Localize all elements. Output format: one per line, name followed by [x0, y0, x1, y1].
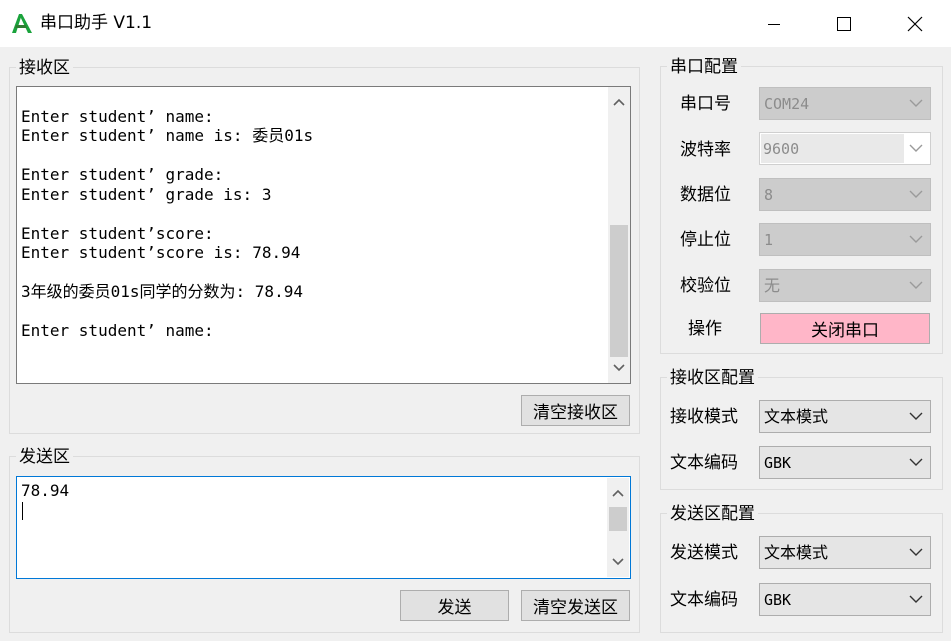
- port-select[interactable]: COM24: [759, 87, 931, 120]
- receive-text: Enter student’ name: Enter student’ name…: [21, 106, 314, 341]
- scroll-down-button[interactable]: [608, 357, 630, 379]
- databits-value: 8: [764, 186, 774, 204]
- send-mode-label: 发送模式: [670, 543, 738, 563]
- send-group-title: 发送区: [16, 446, 73, 468]
- chevron-down-icon: [612, 558, 624, 566]
- receive-mode-value: 文本模式: [764, 407, 829, 426]
- send-encoding-value: GBK: [764, 591, 792, 609]
- action-label: 操作: [688, 319, 722, 339]
- minimize-button[interactable]: [740, 0, 808, 47]
- scroll-down-button[interactable]: [607, 551, 629, 573]
- send-scrollbar[interactable]: [607, 478, 629, 577]
- parity-select[interactable]: 无: [759, 269, 931, 302]
- stopbits-label: 停止位: [680, 230, 731, 250]
- stopbits-select[interactable]: 1: [759, 223, 931, 256]
- chevron-down-icon: [909, 548, 923, 556]
- scroll-thumb[interactable]: [609, 507, 627, 531]
- window-title: 串口助手 V1.1: [40, 13, 153, 33]
- send-text: 78.94: [21, 481, 70, 500]
- chevron-down-icon: [909, 412, 923, 420]
- send-mode-value: 文本模式: [764, 543, 829, 562]
- close-port-button[interactable]: 关闭串口: [760, 313, 930, 344]
- port-value: COM24: [764, 95, 810, 113]
- chevron-up-icon: [612, 489, 624, 497]
- baud-value: 9600: [763, 140, 800, 158]
- receive-encoding-value: GBK: [764, 454, 792, 472]
- app-logo-icon: [10, 11, 34, 35]
- chevron-down-icon: [909, 595, 923, 603]
- receive-scrollbar[interactable]: [608, 87, 630, 383]
- close-button[interactable]: [881, 0, 949, 47]
- baud-select[interactable]: 9600: [759, 132, 931, 165]
- clear-send-button[interactable]: 清空发送区: [521, 590, 630, 621]
- parity-label: 校验位: [680, 276, 731, 296]
- baud-label: 波特率: [680, 140, 731, 160]
- scroll-up-button[interactable]: [608, 91, 630, 113]
- serial-config-title: 串口配置: [667, 56, 741, 78]
- send-encoding-select[interactable]: GBK: [759, 583, 931, 616]
- title-bar[interactable]: 串口助手 V1.1: [0, 0, 951, 47]
- chevron-down-icon: [909, 99, 923, 107]
- parity-value: 无: [764, 276, 781, 295]
- send-button[interactable]: 发送: [400, 590, 509, 621]
- maximize-button[interactable]: [810, 0, 878, 47]
- send-config-title: 发送区配置: [667, 503, 758, 525]
- receive-textarea[interactable]: Enter student’ name: Enter student’ name…: [16, 86, 631, 384]
- chevron-down-icon: [613, 364, 625, 372]
- chevron-down-icon: [909, 235, 923, 243]
- chevron-down-icon: [909, 281, 923, 289]
- receive-config-title: 接收区配置: [667, 367, 758, 389]
- chevron-down-icon: [909, 190, 923, 198]
- stopbits-value: 1: [764, 231, 774, 249]
- send-encoding-label: 文本编码: [670, 590, 738, 610]
- minimize-icon: [768, 23, 780, 25]
- chevron-down-icon: [909, 458, 923, 466]
- clear-receive-button[interactable]: 清空接收区: [521, 395, 630, 426]
- receive-encoding-select[interactable]: GBK: [759, 446, 931, 479]
- receive-encoding-label: 文本编码: [670, 453, 738, 473]
- receive-mode-select[interactable]: 文本模式: [759, 400, 931, 433]
- scroll-thumb[interactable]: [610, 225, 628, 357]
- databits-label: 数据位: [680, 185, 731, 205]
- chevron-up-icon: [613, 98, 625, 106]
- scroll-up-button[interactable]: [607, 482, 629, 504]
- maximize-icon: [837, 16, 851, 31]
- send-mode-select[interactable]: 文本模式: [759, 536, 931, 569]
- text-caret: [22, 502, 23, 520]
- port-label: 串口号: [680, 94, 731, 114]
- receive-group-title: 接收区: [16, 57, 73, 79]
- send-textarea[interactable]: 78.94: [16, 476, 631, 579]
- chevron-down-icon: [909, 144, 923, 152]
- receive-mode-label: 接收模式: [670, 407, 738, 427]
- databits-select[interactable]: 8: [759, 178, 931, 211]
- close-icon: [907, 16, 923, 31]
